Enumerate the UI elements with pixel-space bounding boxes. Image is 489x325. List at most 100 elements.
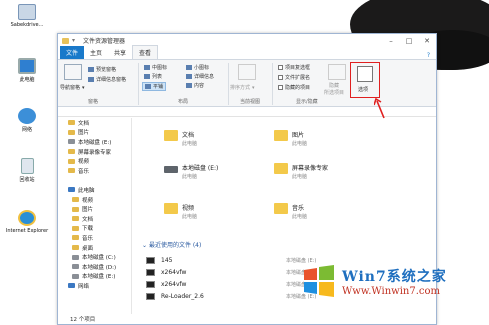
maximize-icon[interactable]: □ [400, 34, 418, 47]
sort-label: 排序方式 [230, 85, 251, 91]
sort-button[interactable]: 排序方式 ▾ [230, 84, 255, 92]
preview-pane-button[interactable]: 预览窗格 [88, 66, 116, 73]
sidebar-item[interactable]: 此电脑 [58, 185, 131, 195]
desktop-icons: Sabekdrive... 此电脑 网络 回收站 Internet Explor… [0, 0, 58, 325]
sidebar-item-label: 音乐 [82, 235, 94, 242]
list-item[interactable]: 图片 此电脑 [274, 130, 307, 147]
item-location: 此电脑 [292, 141, 308, 147]
sidebar-item[interactable]: 本地磁盘 (C:) [58, 252, 131, 262]
nav-pane-button[interactable]: 导航窗格 ▾ [60, 84, 85, 92]
item-location: 此电脑 [182, 174, 198, 180]
sidebar-item-label: 屏幕录像专家 [78, 149, 112, 156]
folder-icon [68, 120, 75, 126]
view-content[interactable]: 内容 [186, 82, 204, 89]
sidebar-item-label: 下载 [82, 226, 94, 233]
sidebar-item[interactable]: 网络 [58, 281, 131, 291]
sidebar-item[interactable]: 视频 [58, 195, 131, 205]
computer-icon [68, 283, 75, 289]
quick-access-toolbar-icon[interactable]: ▾ [72, 37, 75, 44]
view-list[interactable]: 列表 [144, 73, 162, 80]
ribbon-divider [272, 63, 273, 105]
desktop-icon-this-pc[interactable]: 此电脑 [2, 58, 52, 83]
hide-label: 隐藏 [329, 83, 340, 89]
tab-home[interactable]: 主页 [84, 46, 108, 59]
minimize-icon[interactable]: – [382, 34, 400, 47]
drive-icon [72, 264, 79, 270]
folder-icon [68, 149, 75, 155]
group-pane-label: 窗格 [88, 99, 99, 105]
sidebar-item[interactable]: 图片 [58, 204, 131, 214]
sidebar-item[interactable]: 屏幕录像专家 [58, 147, 131, 157]
checkbox-file-extensions[interactable]: 文件扩展名 [278, 74, 310, 81]
list-label: 列表 [152, 74, 163, 80]
folder-icon [274, 130, 288, 141]
hide-selected-button[interactable]: 隐藏 所选项目 [324, 82, 344, 96]
desktop-icon-network[interactable]: 网络 [2, 108, 52, 133]
item-name: 图片 [292, 132, 305, 139]
preview-pane-label: 预览窗格 [96, 67, 117, 73]
sidebar-item[interactable]: 图片 [58, 128, 131, 138]
sidebar-item[interactable]: 本地磁盘 (D:) [58, 262, 131, 272]
content-label: 内容 [194, 83, 205, 89]
folder-icon [72, 235, 79, 241]
sidebar-item[interactable]: 下载 [58, 224, 131, 234]
desktop-icon-label: 网络 [21, 127, 32, 133]
item-name: 文档 [182, 132, 195, 139]
small-icons-label: 小图标 [194, 65, 210, 71]
checkbox[interactable] [278, 65, 283, 70]
tab-view[interactable]: 查看 [132, 45, 159, 59]
watermark-url: Www.Winwin7.com [342, 285, 440, 297]
desktop-icon-ie[interactable]: Internet Explorer [2, 210, 52, 234]
sidebar-item[interactable]: 桌面 [58, 243, 131, 253]
status-bar: 12 个项目 [58, 313, 436, 324]
desktop-icon-label: Internet Explorer [5, 228, 49, 234]
view-small-icons[interactable]: 小图标 [186, 64, 209, 71]
sidebar-item-label: 本地磁盘 (C:) [82, 255, 116, 262]
list-item[interactable]: 视频 此电脑 [164, 203, 197, 220]
view-tiles[interactable]: 平铺 [142, 82, 167, 91]
recent-file-name: x264vfw [161, 281, 187, 288]
group-show-hide-label: 显示/隐藏 [296, 99, 318, 105]
item-count: 12 个项目 [70, 316, 96, 323]
checkbox[interactable] [278, 85, 283, 90]
sidebar-item[interactable]: 视频 [58, 156, 131, 166]
desktop-icon-recycle-bin[interactable]: 回收站 [2, 158, 52, 183]
tab-share[interactable]: 共享 [108, 46, 132, 59]
video-file-icon [146, 269, 155, 276]
file-extensions-label: 文件扩展名 [285, 75, 311, 81]
details-pane-button[interactable]: 详细信息窗格 [88, 76, 126, 83]
sidebar-item[interactable]: 本地磁盘 (E:) [58, 272, 131, 282]
list-item[interactable]: 音乐 此电脑 [274, 203, 307, 220]
item-name: 屏幕录像专家 [292, 165, 329, 172]
ribbon-tabs: 文件 主页 共享 查看 ? [58, 45, 436, 59]
checkbox[interactable] [278, 75, 283, 80]
watermark: Win7系统之家 Www.Winwin7.com [300, 262, 447, 300]
list-item[interactable]: 本地磁盘 (E:) 此电脑 [164, 163, 218, 180]
content-icon [186, 83, 192, 88]
highlight-options [350, 62, 380, 98]
details-pane-label: 详细信息窗格 [96, 77, 127, 83]
folder-icon [72, 197, 79, 203]
video-file-icon [146, 281, 155, 288]
sidebar-item[interactable]: 音乐 [58, 166, 131, 176]
list-item[interactable]: 屏幕录像专家 此电脑 [274, 163, 328, 180]
tab-file[interactable]: 文件 [60, 46, 85, 59]
small-icons-icon [186, 65, 192, 70]
sidebar-item-label: 桌面 [82, 245, 94, 252]
view-medium-icons[interactable]: 中图标 [144, 64, 167, 71]
help-icon[interactable]: ? [427, 52, 430, 59]
selected-items-label: 所选项目 [324, 90, 345, 96]
sidebar-item[interactable]: 文档 [58, 118, 131, 128]
checkbox-item-checkboxes[interactable]: 项目复选框 [278, 64, 310, 71]
sidebar-item[interactable]: 音乐 [58, 233, 131, 243]
list-item[interactable]: 文档 此电脑 [164, 130, 197, 147]
desktop-icon-user[interactable]: Sabekdrive... [2, 4, 52, 28]
recent-files-header[interactable]: ⌄ 最近使用的文件 (4) [142, 240, 201, 249]
close-icon[interactable]: ✕ [418, 34, 436, 47]
drive-icon [72, 254, 79, 260]
sidebar-item[interactable]: 本地磁盘 (E:) [58, 137, 131, 147]
sidebar-item[interactable]: 文档 [58, 214, 131, 224]
checkbox-hidden-items[interactable]: 隐藏的项目 [278, 84, 310, 91]
folder-icon [274, 163, 288, 174]
view-details[interactable]: 详细信息 [186, 73, 214, 80]
